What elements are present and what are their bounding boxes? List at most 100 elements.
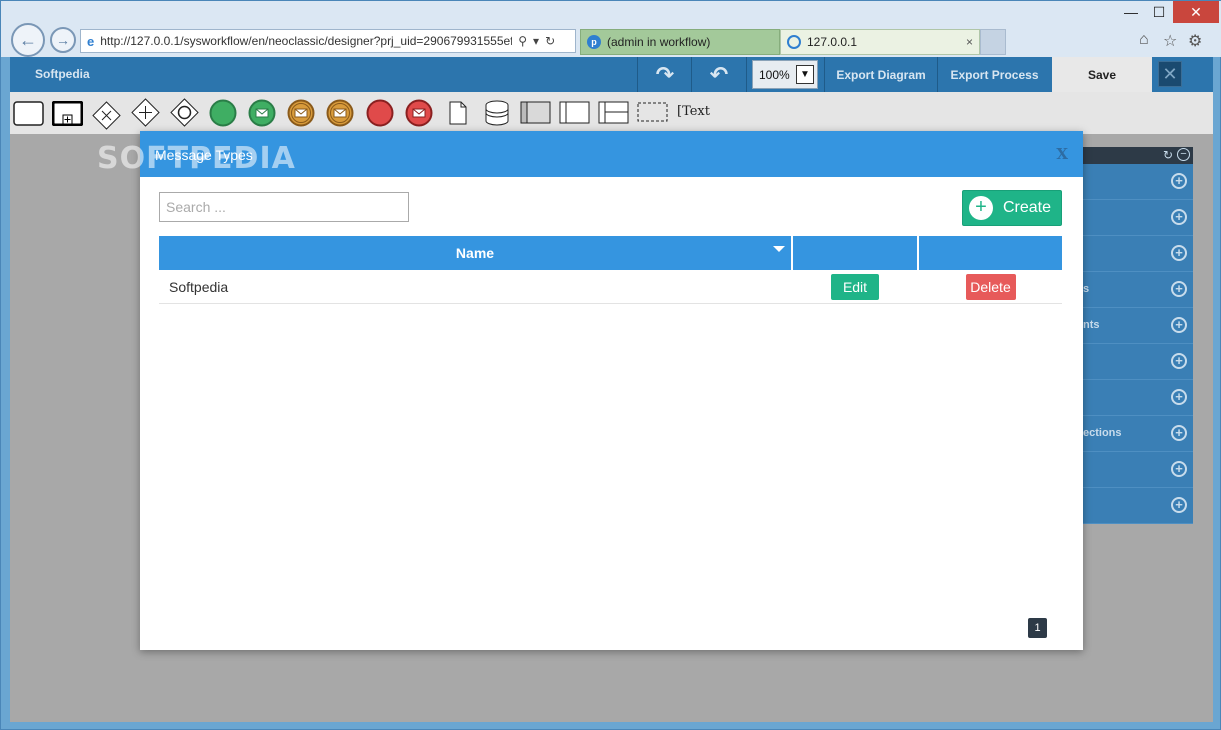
panel-row[interactable]: + xyxy=(1083,452,1193,488)
dropdown-icon[interactable]: ▾ xyxy=(533,34,539,48)
page-button[interactable]: 1 xyxy=(1028,618,1047,638)
plus-circle-icon[interactable]: + xyxy=(1171,353,1187,369)
tab-localhost[interactable]: 127.0.0.1 × xyxy=(780,29,980,55)
panel-row[interactable]: + xyxy=(1083,344,1193,380)
softpedia-watermark: SOFTPEDIA xyxy=(97,141,296,176)
create-button[interactable]: + Create xyxy=(962,190,1062,226)
pool-tool[interactable] xyxy=(520,101,551,124)
lane-split-tool[interactable] xyxy=(598,101,629,124)
arrow-right-icon: → xyxy=(56,32,70,48)
panel-row[interactable]: ections + xyxy=(1083,416,1193,452)
panel-row[interactable]: + xyxy=(1083,380,1193,416)
redo-button[interactable]: ↷ xyxy=(638,57,692,92)
tab-label: (admin in workflow) xyxy=(607,35,711,49)
right-panel: ↻ − + + + s + nts + + + ections + + + xyxy=(1083,147,1193,524)
column-header-delete xyxy=(919,236,1062,270)
edit-button[interactable]: Edit xyxy=(831,273,879,300)
intermediate-throw-message-tool[interactable] xyxy=(326,99,354,127)
panel-row[interactable]: + xyxy=(1083,164,1193,200)
start-event-tool[interactable] xyxy=(209,99,237,127)
tab-close-icon[interactable]: × xyxy=(966,35,973,49)
plus-circle-icon[interactable]: + xyxy=(1171,389,1187,405)
delete-button[interactable]: Delete xyxy=(965,273,1016,300)
create-label: Create xyxy=(1003,199,1052,216)
refresh-icon[interactable]: ↻ xyxy=(545,34,555,48)
dialog-close-button[interactable]: X xyxy=(1056,145,1068,163)
inclusive-gateway-tool[interactable] xyxy=(170,98,199,127)
delete-cell: Delete xyxy=(919,273,1062,300)
panel-row[interactable]: + xyxy=(1083,200,1193,236)
table-header: Name xyxy=(159,236,1062,270)
sort-down-icon[interactable] xyxy=(773,246,785,252)
plus-icon: + xyxy=(969,196,993,220)
plus-circle-icon[interactable]: + xyxy=(1171,317,1187,333)
home-icon[interactable]: ⌂ xyxy=(1139,31,1149,49)
search-input[interactable] xyxy=(159,192,409,222)
plus-circle-icon[interactable]: + xyxy=(1171,173,1187,189)
plus-circle-icon[interactable]: + xyxy=(1171,425,1187,441)
table-row: Softpedia Edit Delete xyxy=(159,270,1062,304)
panel-row[interactable]: s + xyxy=(1083,272,1193,308)
text-annotation-tool[interactable]: [Text xyxy=(677,104,710,119)
new-tab-button[interactable] xyxy=(980,29,1006,55)
end-message-event-tool[interactable] xyxy=(405,99,433,127)
tab-admin-workflow[interactable]: p (admin in workflow) xyxy=(580,29,780,55)
column-header-name[interactable]: Name xyxy=(159,236,791,270)
parallel-gateway-tool[interactable] xyxy=(131,98,160,127)
start-message-event-tool[interactable] xyxy=(248,99,276,127)
app-title: Softpedia xyxy=(35,67,90,81)
redo-icon: ↷ xyxy=(655,61,675,87)
gear-icon[interactable]: ⚙ xyxy=(1188,31,1202,51)
panel-row[interactable]: nts + xyxy=(1083,308,1193,344)
forward-button[interactable]: → xyxy=(50,27,76,53)
plus-circle-icon[interactable]: + xyxy=(1171,497,1187,513)
panel-row-label: nts xyxy=(1083,319,1100,331)
ie-icon: e xyxy=(87,33,95,49)
message-types-table: Name Softpedia Edit Delete xyxy=(159,236,1062,304)
address-text[interactable]: http://127.0.0.1/sysworkflow/en/neoclass… xyxy=(100,34,512,48)
maximize-button[interactable]: ☐ xyxy=(1145,1,1173,23)
close-icon: ✕ xyxy=(1162,63,1178,84)
panel-row-label: s xyxy=(1083,283,1090,295)
tab-label: 127.0.0.1 xyxy=(807,35,858,49)
plus-circle-icon[interactable]: + xyxy=(1171,461,1187,477)
undo-icon: ↶ xyxy=(709,61,729,87)
undo-button[interactable]: ↶ xyxy=(692,57,746,92)
search-icon[interactable]: ⚲ xyxy=(518,34,527,48)
end-event-tool[interactable] xyxy=(366,99,394,127)
exclusive-gateway-tool[interactable] xyxy=(92,101,121,130)
intermediate-message-event-tool[interactable] xyxy=(287,99,315,127)
address-bar[interactable]: e http://127.0.0.1/sysworkflow/en/neocla… xyxy=(80,29,576,53)
data-object-tool[interactable] xyxy=(449,101,467,125)
column-header-label: Name xyxy=(455,245,495,261)
panel-row-label: ections xyxy=(1083,427,1122,439)
data-store-tool[interactable] xyxy=(484,100,510,126)
lane-tool[interactable] xyxy=(559,101,590,124)
close-designer-button[interactable]: ✕ xyxy=(1158,61,1182,87)
back-button[interactable]: ← xyxy=(11,23,45,57)
panel-row[interactable]: + xyxy=(1083,236,1193,272)
plus-circle-icon[interactable]: + xyxy=(1171,209,1187,225)
refresh-icon[interactable]: ↻ xyxy=(1163,148,1173,162)
zoom-value: 100% xyxy=(759,67,790,82)
zoom-select[interactable]: 100% ▼ xyxy=(752,60,818,89)
star-icon[interactable]: ☆ xyxy=(1163,31,1177,51)
subprocess-tool[interactable] xyxy=(52,101,83,126)
chevron-down-icon[interactable]: ▼ xyxy=(796,65,814,84)
plus-circle-icon[interactable]: + xyxy=(1171,245,1187,261)
window-close-button[interactable]: ✕ xyxy=(1173,1,1219,23)
export-diagram-button[interactable]: Export Diagram xyxy=(825,57,937,92)
collapse-icon[interactable]: − xyxy=(1177,148,1190,161)
panel-header: ↻ − xyxy=(1083,147,1193,164)
plus-circle-icon[interactable]: + xyxy=(1171,281,1187,297)
group-tool[interactable] xyxy=(637,102,668,122)
column-header-edit xyxy=(793,236,917,270)
edit-cell: Edit xyxy=(793,273,917,300)
separator xyxy=(746,57,747,92)
save-button[interactable]: Save xyxy=(1052,57,1152,92)
export-process-button[interactable]: Export Process xyxy=(938,57,1051,92)
task-tool[interactable] xyxy=(13,101,44,126)
app-header: Softpedia ↷ ↶ 100% ▼ Export Diagram Expo… xyxy=(10,57,1213,92)
panel-row[interactable]: + xyxy=(1083,488,1193,524)
minimize-button[interactable]: — xyxy=(1117,1,1145,23)
